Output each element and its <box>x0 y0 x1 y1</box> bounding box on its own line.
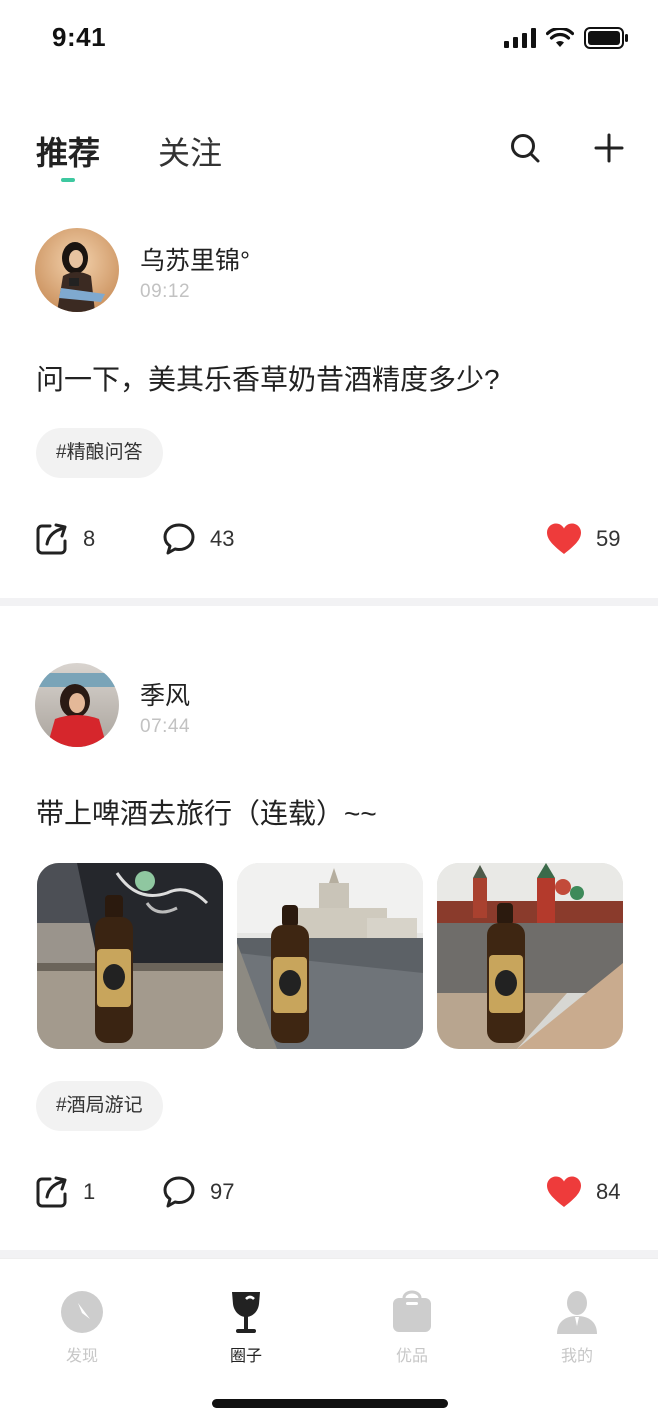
share-icon <box>36 1176 67 1208</box>
avatar[interactable] <box>35 663 119 747</box>
username[interactable]: 季风 <box>140 676 190 712</box>
tab-discover[interactable]: 发现 <box>37 1290 127 1366</box>
tab-label: 发现 <box>65 1348 98 1365</box>
battery-icon <box>584 27 628 49</box>
home-indicator <box>212 1399 448 1408</box>
tab-recommend[interactable]: 推荐 <box>36 128 100 174</box>
share-count: 8 <box>83 526 96 551</box>
heart-icon <box>547 1176 581 1207</box>
comment-button[interactable]: 43 <box>162 522 234 556</box>
post-text[interactable]: 问一下，美其乐香草奶昔酒精度多少? <box>36 358 500 398</box>
post-photo[interactable] <box>237 863 423 1049</box>
topic-tag[interactable]: #酒局游记 <box>36 1081 163 1131</box>
search-icon <box>511 134 540 163</box>
wifi-icon <box>546 28 574 47</box>
tab-follow[interactable]: 关注 <box>158 128 222 174</box>
comment-icon <box>163 1176 195 1208</box>
like-button[interactable]: 84 <box>546 1175 620 1209</box>
comment-count: 97 <box>210 1179 235 1204</box>
avatar[interactable] <box>35 228 119 312</box>
post-time: 07:44 <box>140 716 191 737</box>
username[interactable]: 乌苏里锦° <box>140 241 250 277</box>
active-tab-indicator <box>61 178 75 182</box>
topic-tag[interactable]: #精酿问答 <box>36 428 163 478</box>
compass-icon <box>61 1291 103 1333</box>
wine-glass-icon <box>232 1292 260 1333</box>
post-text[interactable]: 带上啤酒去旅行（连载）~~ <box>36 792 377 832</box>
share-count: 1 <box>83 1179 96 1204</box>
post-time: 09:12 <box>140 281 191 302</box>
like-button[interactable]: 59 <box>546 522 620 556</box>
add-post-button[interactable] <box>591 130 627 166</box>
share-icon <box>36 523 67 555</box>
tab-label: 圈子 <box>229 1348 262 1365</box>
shopping-bag-icon <box>393 1290 431 1332</box>
tab-shop[interactable]: 优品 <box>367 1290 457 1366</box>
tab-profile[interactable]: 我的 <box>532 1290 622 1366</box>
post-photo[interactable] <box>437 863 623 1049</box>
plus-icon <box>594 133 624 163</box>
share-button[interactable]: 8 <box>35 522 95 556</box>
tab-label: 优品 <box>395 1348 428 1365</box>
comment-button[interactable]: 97 <box>162 1175 234 1209</box>
like-count: 59 <box>596 526 621 551</box>
heart-icon <box>547 523 581 554</box>
status-icons <box>504 27 628 49</box>
share-button[interactable]: 1 <box>35 1175 95 1209</box>
post-divider <box>0 598 658 606</box>
search-button[interactable] <box>507 130 543 166</box>
tab-label: 我的 <box>560 1348 593 1365</box>
signal-icon <box>504 28 536 48</box>
tab-circle[interactable]: 圈子 <box>201 1290 291 1366</box>
comment-icon <box>163 523 195 555</box>
post-divider <box>0 1250 658 1258</box>
comment-count: 43 <box>210 526 235 551</box>
post-photo[interactable] <box>37 863 223 1049</box>
like-count: 84 <box>596 1179 621 1204</box>
status-time: 9:41 <box>52 22 107 52</box>
user-icon <box>557 1291 597 1334</box>
